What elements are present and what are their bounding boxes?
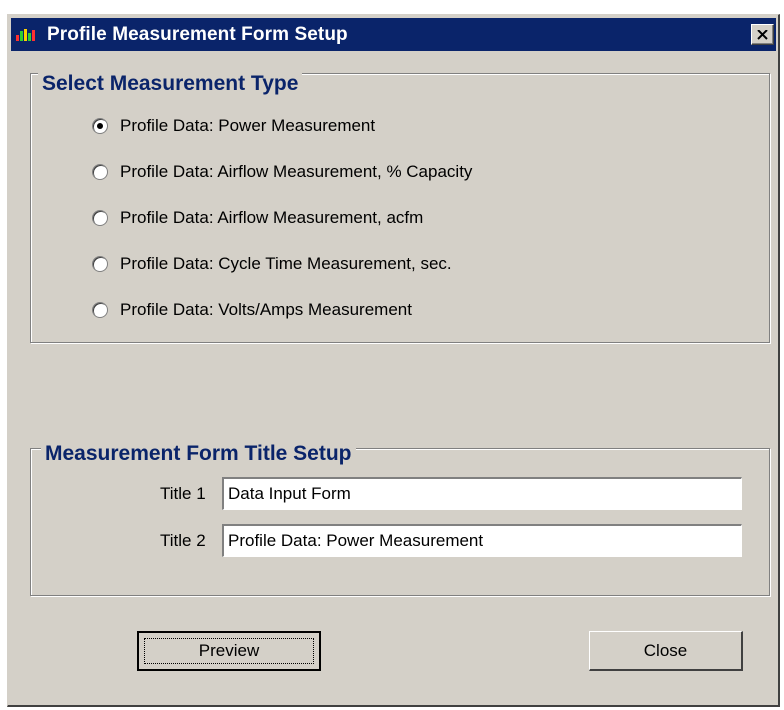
radio-button-checked[interactable]	[92, 118, 108, 134]
radio-button[interactable]	[92, 164, 108, 180]
app-icon	[16, 29, 35, 41]
radio-label: Profile Data: Cycle Time Measurement, se…	[120, 254, 452, 273]
preview-button[interactable]: Preview	[137, 631, 321, 671]
title-setup-group	[30, 448, 770, 596]
title-bar[interactable]: Profile Measurement Form Setup	[11, 18, 776, 51]
close-button[interactable]: Close	[589, 631, 743, 671]
title2-input[interactable]	[222, 524, 742, 557]
radio-label: Profile Data: Airflow Measurement, acfm	[120, 208, 424, 227]
radio-label: Profile Data: Airflow Measurement, % Cap…	[120, 162, 473, 181]
radio-power[interactable]: Profile Data: Power Measurement	[92, 114, 375, 138]
radio-label: Profile Data: Power Measurement	[120, 116, 376, 135]
measurement-type-group-title: Select Measurement Type	[38, 72, 303, 96]
radio-label: Profile Data: Volts/Amps Measurement	[120, 300, 412, 319]
title1-label: Title 1	[160, 484, 206, 503]
close-window-button[interactable]	[751, 24, 774, 45]
window-title: Profile Measurement Form Setup	[47, 24, 348, 45]
radio-button[interactable]	[92, 256, 108, 272]
title2-label: Title 2	[160, 531, 206, 550]
radio-cycle-time[interactable]: Profile Data: Cycle Time Measurement, se…	[92, 252, 452, 276]
radio-volts-amps[interactable]: Profile Data: Volts/Amps Measurement	[92, 298, 412, 322]
radio-airflow-capacity[interactable]: Profile Data: Airflow Measurement, % Cap…	[92, 160, 472, 184]
radio-button[interactable]	[92, 210, 108, 226]
title1-input[interactable]	[222, 477, 742, 510]
focus-rectangle	[144, 638, 314, 664]
title-setup-group-title: Measurement Form Title Setup	[41, 442, 356, 466]
radio-button[interactable]	[92, 302, 108, 318]
radio-airflow-acfm[interactable]: Profile Data: Airflow Measurement, acfm	[92, 206, 423, 230]
close-icon	[757, 29, 768, 40]
close-label: Close	[643, 640, 688, 660]
